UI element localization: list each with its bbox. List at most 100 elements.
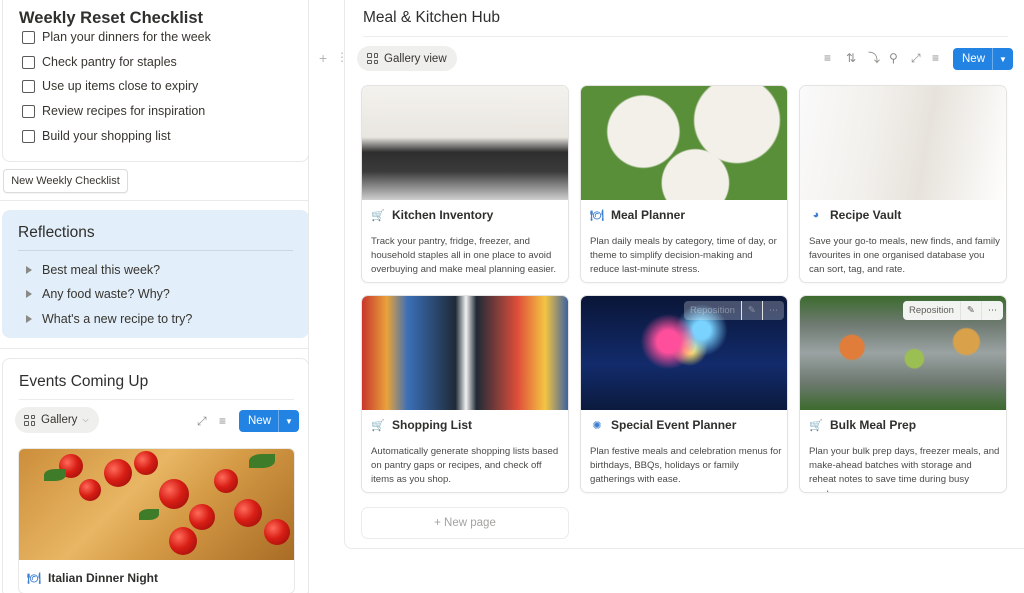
filter-icon[interactable]: ≡ [824,52,831,64]
card-description: Plan your bulk prep days, freezer meals,… [809,446,1000,492]
toggle-item[interactable]: Best meal this week? [26,261,160,279]
toggle-triangle-icon[interactable] [26,315,32,323]
card-description: Track your pantry, fridge, freezer, and … [371,236,557,276]
reflections-title: Reflections [18,224,95,241]
edit-icon[interactable]: ✎ [959,301,981,320]
settings-sliders-icon[interactable]: ≡ [219,415,226,427]
recipe-book-image [800,86,1006,200]
checklist-item-label: Build your shopping list [42,129,171,143]
gallery-card-special-event-planner[interactable]: Reposition ✎ ⋯ ✺ Special Event Planner P… [580,295,788,493]
card-description: Save your go-to meals, new finds, and fa… [809,236,1000,276]
toggle-item[interactable]: What's a new recipe to try? [26,310,192,328]
card-title: Meal Planner [611,208,686,222]
divider [18,250,293,251]
card-title-row: 🛒 Kitchen Inventory [371,208,493,222]
reflections-callout: Reflections Best meal this week? Any foo… [2,210,309,338]
meal-prep-table-image: Reposition ✎ ⋯ [800,296,1006,410]
chevron-down-icon: ⌵ [82,415,89,424]
gallery-card-kitchen-inventory[interactable]: 🛒 Kitchen Inventory Track your pantry, f… [361,85,569,283]
card-title: Shopping List [392,418,472,432]
gallery-card-shopping-list[interactable]: 🛒 Shopping List Automatically generate s… [361,295,569,493]
events-new-button[interactable]: New ▼ [239,410,299,432]
divider [19,399,294,400]
checkbox[interactable] [22,129,35,143]
search-icon[interactable]: ⚲ [889,52,898,64]
checklist-item[interactable]: Review recipes for inspiration [22,101,205,121]
card-title-row: 🛒 Shopping List [371,418,472,432]
bowl-icon: ◕ [812,209,820,221]
new-page-button[interactable]: + New page [361,507,569,539]
card-description: Automatically generate shopping lists ba… [371,446,559,486]
card-title-row: ✺ Special Event Planner [590,418,736,432]
basket-icon: 🛒 [371,209,385,222]
divider [0,200,309,201]
checkbox[interactable] [22,55,35,69]
new-label: New [248,415,272,427]
card-title-row: 🍽 Meal Planner [590,208,685,222]
checklist-item[interactable]: Use up items close to expiry [22,76,198,96]
more-icon: ⋯ [761,301,785,320]
toggle-label: What's a new recipe to try? [42,312,193,326]
meal-kitchen-hub: Meal & Kitchen Hub Gallery view ≡ ⇅ ⤵ ⚲ … [344,0,1024,549]
card-title: Bulk Meal Prep [830,418,917,432]
gallery-card-meal-planner[interactable]: 🍽 Meal Planner Plan daily meals by categ… [580,85,788,283]
card-description: Plan daily meals by category, time of da… [590,236,777,276]
card-title-row: 🛒 Bulk Meal Prep [809,418,916,432]
toggle-triangle-icon[interactable] [26,266,32,274]
sort-icon[interactable]: ⇅ [846,52,856,64]
fork-knife-plate-icon: 🍽 [27,572,41,585]
add-block-icon[interactable]: + [319,50,327,66]
checklist-item[interactable]: Plan your dinners for the week [22,27,211,47]
column-divider [308,0,309,593]
expand-icon[interactable]: ⤢ [197,415,207,427]
new-label: New [962,53,986,65]
card-title: Kitchen Inventory [392,208,494,222]
gallery-icon [367,53,378,64]
divider [363,36,1008,37]
card-title: Special Event Planner [611,418,737,432]
toggle-triangle-icon[interactable] [26,290,32,298]
checkbox[interactable] [22,79,35,93]
gallery-card-bulk-meal-prep[interactable]: Reposition ✎ ⋯ 🛒 Bulk Meal Prep Plan you… [799,295,1007,493]
toggle-item[interactable]: Any food waste? Why? [26,285,170,303]
image-controls: Reposition ✎ ⋯ [903,301,1004,320]
hub-new-button[interactable]: New ▼ [953,48,1013,70]
gallery-view-tab[interactable]: Gallery view [357,46,457,71]
event-title: Italian Dinner Night [48,571,159,585]
italian-dinner-image [19,449,294,560]
weekly-reset-checklist-card: Weekly Reset Checklist Plan your dinners… [2,0,309,162]
card-title-row: ◕ Recipe Vault [809,208,902,222]
chevron-down-icon[interactable]: ▼ [992,48,1013,70]
expand-icon[interactable]: ⤢ [911,52,921,64]
edit-icon: ✎ [740,301,762,320]
event-gallery-card[interactable]: 🍽 Italian Dinner Night [18,448,295,593]
image-controls-faded: Reposition ✎ ⋯ [684,301,785,320]
gallery-card-recipe-vault[interactable]: ◕ Recipe Vault Save your go-to meals, ne… [799,85,1007,283]
events-coming-up-card: Events Coming Up Gallery ⌵ ⤢ ≡ New ▼ 🍽 I… [2,358,309,593]
divider [0,348,309,349]
checklist-item[interactable]: Build your shopping list [22,126,171,146]
reposition-label: Reposition [690,305,735,316]
card-description: Plan festive meals and celebration menus… [590,446,782,486]
checklist-item-label: Plan your dinners for the week [42,30,211,44]
gallery-icon [24,414,35,426]
checkbox[interactable] [22,104,35,118]
hub-title: Meal & Kitchen Hub [363,9,500,26]
gallery-view-selector[interactable]: Gallery ⌵ [15,407,99,433]
checklist-item-label: Check pantry for staples [42,55,177,69]
new-weekly-checklist-button[interactable]: New Weekly Checklist [3,169,128,193]
grocery-store-image [362,296,568,410]
toggle-label: Best meal this week? [42,263,161,277]
checkbox[interactable] [22,30,35,44]
view-label: Gallery [41,414,78,426]
chevron-down-icon[interactable]: ▼ [278,410,299,432]
reposition-button[interactable]: Reposition [903,301,960,320]
fork-knife-plate-icon: 🍽 [590,209,604,222]
card-title: Recipe Vault [830,208,902,222]
checklist-item[interactable]: Check pantry for staples [22,52,177,72]
settings-sliders-icon[interactable]: ≡ [932,52,939,64]
lightning-icon[interactable]: ⤵ [868,52,880,64]
checklist-title: Weekly Reset Checklist [19,9,204,27]
more-icon[interactable]: ⋯ [980,301,1004,320]
event-title-row: 🍽 Italian Dinner Night [27,571,158,585]
